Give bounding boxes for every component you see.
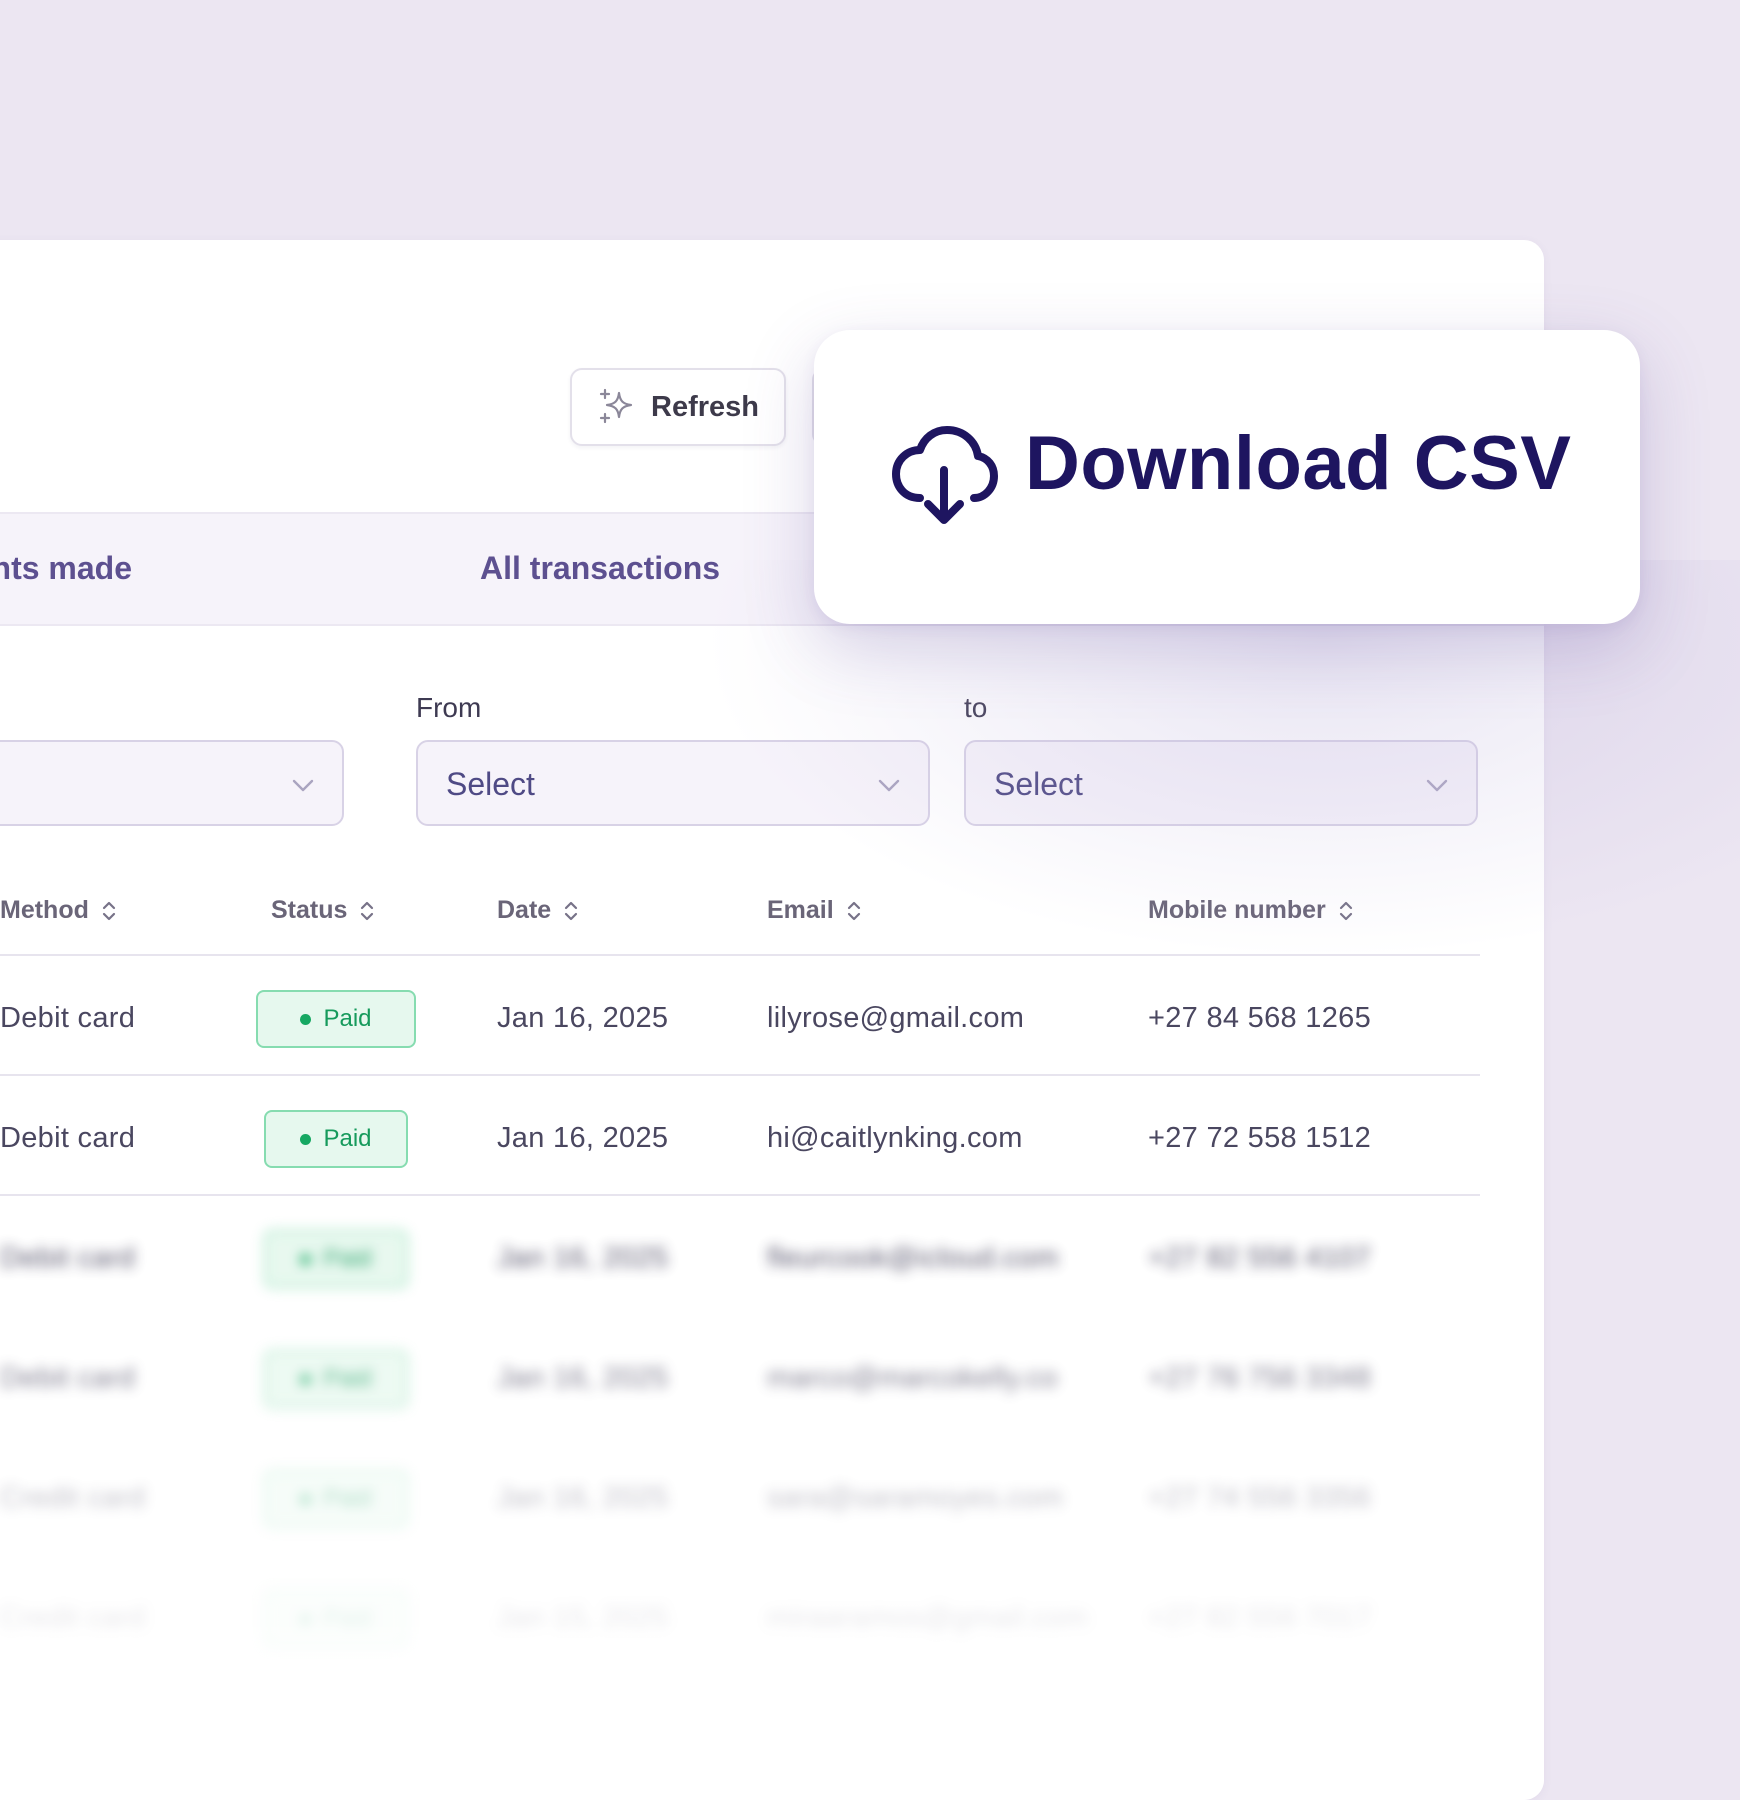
cell-email: lilyrose@gmail.com — [767, 1002, 1025, 1034]
status-label: Paid — [323, 1125, 372, 1152]
cell-date: Jan 16, 2025 — [497, 1002, 669, 1034]
status-badge: Paid — [264, 1470, 408, 1528]
cell-email: miraaramos@gmail.com — [767, 1602, 1088, 1634]
table-row[interactable]: Credit card Paid Jan 15, 2025 miraaramos… — [0, 1556, 1544, 1676]
download-csv-button[interactable]: Download CSV — [814, 330, 1640, 624]
cell-method: Debit card — [0, 1002, 136, 1034]
cell-email: hi@caitlynking.com — [767, 1122, 1023, 1154]
cell-date: Jan 15, 2025 — [497, 1602, 669, 1634]
status-dot-icon — [300, 1253, 312, 1265]
status-label: Paid — [323, 1245, 372, 1272]
sort-icon — [847, 901, 860, 920]
cell-email: marco@marcokelly.co — [767, 1362, 1058, 1394]
filter-select[interactable] — [0, 740, 344, 826]
sort-icon — [102, 901, 115, 920]
column-header-label: Mobile number — [1148, 896, 1326, 924]
column-header-mobile[interactable]: Mobile number — [1148, 896, 1354, 925]
status-dot-icon — [300, 1133, 312, 1145]
column-header-label: Date — [497, 896, 552, 924]
refresh-button[interactable]: Refresh — [570, 368, 786, 446]
chevron-down-icon — [292, 779, 314, 792]
tab-payments-made[interactable]: yments made — [0, 550, 132, 587]
cell-method: Credit card — [0, 1482, 146, 1514]
status-dot-icon — [300, 1013, 312, 1025]
sort-icon — [1339, 901, 1352, 920]
cell-method: Debit card — [0, 1122, 136, 1154]
cell-email: sara@saramoyes.com — [767, 1482, 1063, 1514]
cell-date: Jan 16, 2025 — [497, 1482, 669, 1514]
column-header-status[interactable]: Status — [271, 896, 375, 925]
table-row[interactable]: Debit card Paid Jan 16, 2025 marco@marco… — [0, 1316, 1544, 1436]
column-header-label: Method — [0, 896, 89, 924]
column-header-date[interactable]: Date — [497, 896, 579, 925]
table-row[interactable]: Debit card Paid Jan 16, 2025 fleurcook@i… — [0, 1196, 1544, 1316]
cell-email: fleurcook@icloud.com — [767, 1242, 1059, 1274]
sparkle-icon — [599, 388, 633, 424]
sort-icon — [361, 901, 374, 920]
from-select[interactable]: Select — [416, 740, 930, 826]
cell-date: Jan 16, 2025 — [497, 1122, 669, 1154]
status-badge: Paid — [264, 1230, 408, 1288]
column-header-method[interactable]: Method — [0, 896, 117, 925]
status-label: Paid — [323, 1605, 372, 1632]
from-select-value: Select — [446, 766, 535, 802]
tab-all-transactions[interactable]: All transactions — [480, 550, 720, 587]
chevron-down-icon — [878, 779, 900, 792]
cell-mobile: +27 72 558 1512 — [1148, 1122, 1372, 1154]
cell-method: Debit card — [0, 1242, 136, 1274]
to-select[interactable]: Select — [964, 740, 1478, 826]
cell-mobile: +27 84 568 1265 — [1148, 1002, 1372, 1034]
cell-date: Jan 16, 2025 — [497, 1362, 669, 1394]
cell-mobile: +27 82 556 4107 — [1148, 1242, 1372, 1274]
download-csv-label: Download CSV — [1025, 421, 1572, 506]
column-header-label: Email — [767, 896, 834, 924]
cell-mobile: +27 82 556 7017 — [1148, 1602, 1372, 1634]
status-label: Paid — [323, 1005, 372, 1032]
status-label: Paid — [323, 1485, 372, 1512]
cell-method: Debit card — [0, 1362, 136, 1394]
status-badge: Paid — [264, 1350, 408, 1408]
status-dot-icon — [300, 1373, 312, 1385]
to-label: to — [964, 692, 988, 723]
status-badge: Paid — [256, 990, 416, 1048]
column-header-label: Status — [271, 896, 348, 924]
table-row[interactable]: Credit card Paid Jan 16, 2025 sara@saram… — [0, 1436, 1544, 1556]
from-label: From — [416, 692, 482, 723]
column-header-email[interactable]: Email — [767, 896, 862, 925]
table-row[interactable]: Debit card Paid Jan 16, 2025 hi@caitlynk… — [0, 1076, 1544, 1196]
table-row[interactable]: Debit card Paid Jan 16, 2025 lilyrose@gm… — [0, 956, 1544, 1076]
status-dot-icon — [300, 1613, 312, 1625]
cell-method: Credit card — [0, 1602, 146, 1634]
chevron-down-icon — [1426, 779, 1448, 792]
refresh-label: Refresh — [651, 390, 759, 423]
to-select-value: Select — [994, 766, 1083, 802]
cell-date: Jan 16, 2025 — [497, 1242, 669, 1274]
sort-icon — [565, 901, 578, 920]
cell-mobile: +27 74 556 3356 — [1148, 1482, 1372, 1514]
status-dot-icon — [300, 1493, 312, 1505]
cell-mobile: +27 76 756 3348 — [1148, 1362, 1372, 1394]
cloud-download-icon — [892, 426, 998, 524]
status-label: Paid — [323, 1365, 372, 1392]
status-badge: Paid — [264, 1110, 408, 1168]
status-badge: Paid — [264, 1590, 408, 1648]
